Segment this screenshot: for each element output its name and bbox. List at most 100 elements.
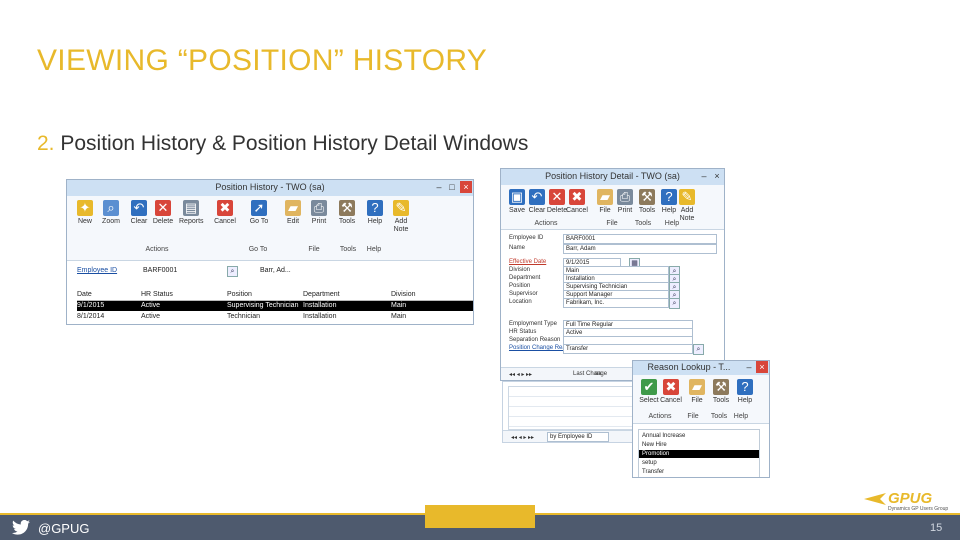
help-button[interactable]: ? Help <box>733 379 757 405</box>
column-header[interactable]: Department <box>303 291 340 298</box>
select-button[interactable]: ✔ Select <box>637 379 661 405</box>
tools-icon: ⚒ <box>713 379 729 395</box>
list-item[interactable]: Annual Increase <box>639 432 759 440</box>
column-header[interactable]: HR Status <box>141 291 173 298</box>
go-to-button[interactable]: ➚ Go To <box>247 200 271 226</box>
cancel-button[interactable]: ✖ Cancel <box>213 200 237 226</box>
position-history-detail-window: Position History Detail - TWO (sa) – × ▣… <box>500 168 725 381</box>
list-item[interactable]: Promotion <box>639 450 759 458</box>
field-label[interactable]: Effective Date <box>509 259 546 265</box>
table-cell-division: Main <box>391 302 407 309</box>
field-value[interactable]: Barr, Adam <box>563 244 717 254</box>
lookup-icon[interactable]: ⌕ <box>669 298 680 309</box>
lookup-icon[interactable]: ⌕ <box>693 344 704 355</box>
zoom-icon: ⌕ <box>103 200 119 216</box>
maximize-icon[interactable]: □ <box>446 181 458 193</box>
last-change-value: sa <box>595 371 602 377</box>
position-detail-form: Employee ID BARF0001 Name Barr, Adam Effecti… <box>501 233 724 363</box>
logo-subtext: Dynamics GP Users Group <box>888 506 949 512</box>
print-button[interactable]: ⎙ Print <box>613 189 637 215</box>
column-header[interactable]: Date <box>77 291 92 298</box>
reason-lookup-titlebar: Reason Lookup - T... – × <box>633 361 769 375</box>
new-icon: ✦ <box>77 200 93 216</box>
record-nav-icon[interactable]: ◂◂ ◂ ▸ ▸▸ <box>509 371 532 378</box>
group-file: File <box>308 246 320 253</box>
minimize-icon[interactable]: – <box>433 181 445 193</box>
new-button[interactable]: ✦ New <box>73 200 97 226</box>
folder-icon: ▰ <box>285 200 301 216</box>
print-icon: ⎙ <box>617 189 633 205</box>
field-value[interactable]: Transfer <box>563 344 693 354</box>
cancel-icon: ✖ <box>217 200 233 216</box>
position-history-table: Date HR Status Position Department Division … <box>77 290 473 324</box>
employee-id-value[interactable]: BARF0001 <box>143 267 177 274</box>
twitter-handle: @GPUG <box>38 521 90 536</box>
field-label: Department <box>509 275 541 281</box>
record-nav-icon[interactable]: ◂◂ ◂ ▸ ▸▸ <box>511 434 534 441</box>
file-button[interactable]: ▰ File <box>685 379 709 405</box>
help-icon: ? <box>367 200 383 216</box>
tools-button[interactable]: ⚒ Tools <box>635 189 659 215</box>
close-icon[interactable]: × <box>460 181 472 193</box>
ribbon-button-label: Delete <box>152 218 174 225</box>
tools-button[interactable]: ⚒ Tools <box>335 200 359 226</box>
table-row[interactable]: 9/1/2015 Active Supervising Technician Inst… <box>77 301 473 311</box>
position-detail-title: Position History Detail - TWO (sa) <box>545 171 680 181</box>
table-cell-department: Installation <box>303 313 337 320</box>
cancel-button[interactable]: ✖ Cancel <box>565 189 589 215</box>
gpug-arrow-icon <box>864 493 886 505</box>
clear-button[interactable]: ↶ Clear <box>127 200 151 226</box>
reports-button[interactable]: ▤ Reports <box>179 200 204 226</box>
reason-list: Annual Increase New Hire Promotion setup Tra… <box>638 429 760 477</box>
tools-button[interactable]: ⚒ Tools <box>709 379 733 405</box>
print-icon: ⎙ <box>311 200 327 216</box>
ribbon-button-label: Cancel <box>214 218 236 225</box>
position-history-title: Position History - TWO (sa) <box>215 182 325 192</box>
ribbon-button-label: Add Note <box>679 207 695 222</box>
position-detail-titlebar: Position History Detail - TWO (sa) – × <box>501 169 724 185</box>
zoom-button[interactable]: ⌕ Zoom <box>99 200 123 226</box>
field-label: HR Status <box>509 329 537 335</box>
column-header[interactable]: Division <box>391 291 416 298</box>
field-value[interactable]: Fabrikam, Inc. <box>563 298 669 308</box>
group-actions: Actions <box>145 246 169 253</box>
print-button[interactable]: ⎙ Print <box>307 200 331 226</box>
table-cell-division: Main <box>391 313 407 320</box>
ribbon-button-label: New <box>77 218 92 225</box>
table-row[interactable]: 8/1/2014 Active Technician Installation Main <box>77 312 473 322</box>
table-cell-position: Supervising Technician <box>227 302 299 309</box>
field-label: Division <box>509 267 531 273</box>
field-value[interactable]: BARF0001 <box>563 234 717 244</box>
add-note-button[interactable]: ✎ Add Note <box>675 189 699 223</box>
group-tools: Tools <box>339 246 357 253</box>
field-label: Employment Type <box>509 321 557 327</box>
edit-button[interactable]: ▰ Edit <box>281 200 305 226</box>
cancel-icon: ✖ <box>569 189 585 205</box>
list-item[interactable]: Transfer <box>639 468 759 476</box>
minimize-icon[interactable]: – <box>698 170 710 182</box>
ribbon-button-label: Cancel <box>660 397 682 404</box>
delete-button[interactable]: ✕ Delete <box>151 200 175 226</box>
close-icon[interactable]: × <box>756 361 768 373</box>
employee-id-link[interactable]: Employee ID <box>77 267 117 274</box>
ribbon-button-label: Reports <box>179 218 204 225</box>
lookup-icon[interactable]: ⌕ <box>227 266 238 277</box>
list-item[interactable]: New Hire <box>639 441 759 449</box>
table-cell-status: Active <box>141 302 161 309</box>
add-note-button[interactable]: ✎ Add Note <box>389 200 413 234</box>
column-header[interactable]: Position <box>227 291 252 298</box>
table-cell-date: 8/1/2014 <box>77 313 105 320</box>
delete-icon: ✕ <box>155 200 171 216</box>
cancel-icon: ✖ <box>663 379 679 395</box>
cancel-button[interactable]: ✖ Cancel <box>659 379 683 405</box>
position-history-window: Position History - TWO (sa) – □ × ✦ New ⌕ Z… <box>66 179 474 325</box>
minimize-icon[interactable]: – <box>743 361 755 373</box>
subtitle-number: 2. <box>37 132 55 155</box>
help-button[interactable]: ? Help <box>363 200 387 226</box>
ribbon-button-label: File <box>599 207 611 214</box>
last-change-label: Last Change <box>573 371 608 377</box>
close-icon[interactable]: × <box>711 170 723 182</box>
sort-select[interactable]: by Employee ID <box>547 432 609 442</box>
list-item[interactable]: setup <box>639 459 759 467</box>
slide-title: VIEWING “POSITION” HISTORY <box>37 44 488 77</box>
